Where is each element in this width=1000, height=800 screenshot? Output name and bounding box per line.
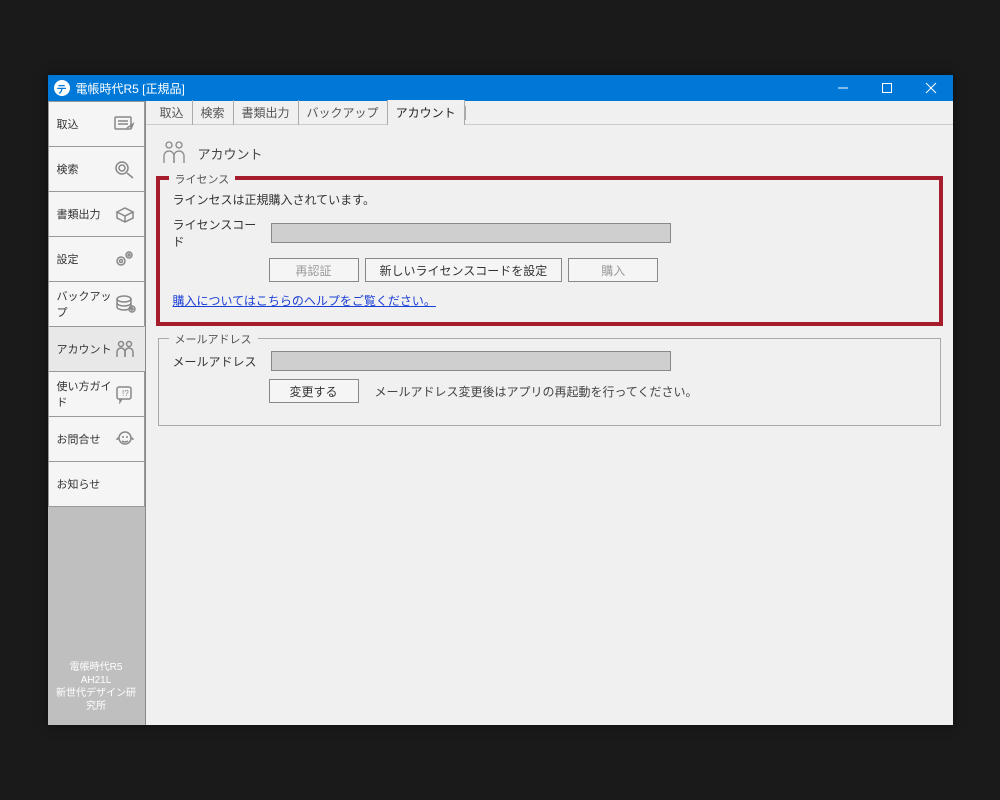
email-input[interactable] (271, 351, 671, 371)
people-icon (160, 139, 188, 168)
page-title: アカウント (198, 144, 263, 163)
sidebar-item-label: 設定 (57, 251, 79, 267)
sidebar-item-label: 使い方ガイド (57, 378, 114, 410)
tab-account[interactable]: アカウント (388, 100, 465, 125)
license-code-row: ライセンスコード (173, 216, 926, 250)
tab-search[interactable]: 検索 (193, 100, 234, 125)
license-status: ラインセスは正規購入されています。 (173, 191, 926, 208)
new-license-button[interactable]: 新しいライセンスコードを設定 (365, 258, 563, 282)
sidebar-item-backup[interactable]: バックアップ (48, 281, 145, 327)
email-note: メールアドレス変更後はアプリの再起動を行ってください。 (375, 383, 698, 400)
app-icon: テ (54, 80, 70, 96)
sidebar-item-label: お問合せ (57, 431, 101, 447)
minimize-button[interactable] (821, 75, 865, 101)
tab-backup[interactable]: バックアップ (299, 100, 388, 125)
license-code-input[interactable] (271, 223, 671, 243)
database-icon (114, 291, 138, 317)
email-legend: メールアドレス (169, 331, 258, 347)
people-icon (112, 336, 138, 362)
maximize-button[interactable] (865, 75, 909, 101)
sidebar: 取込 検索 書類出力 設定 バックアップ アカウント (48, 101, 146, 725)
window-title: 電帳時代R5 [正規品] (76, 80, 821, 97)
footer-line: AH21L (52, 674, 141, 687)
sidebar-item-search[interactable]: 検索 (48, 146, 145, 192)
support-icon (112, 426, 138, 452)
tab-import[interactable]: 取込 (152, 100, 193, 125)
license-legend: ライセンス (169, 171, 236, 187)
email-action-row: 変更する メールアドレス変更後はアプリの再起動を行ってください。 (269, 379, 926, 403)
search-icon (112, 156, 138, 182)
license-code-label: ライセンスコード (173, 216, 263, 250)
change-email-button[interactable]: 変更する (269, 379, 359, 403)
sidebar-item-export[interactable]: 書類出力 (48, 191, 145, 237)
svg-text:!?: !? (122, 389, 129, 398)
footer-line: 新世代デザイン研究所 (52, 687, 141, 713)
app-window: テ 電帳時代R5 [正規品] 取込 検索 書類出力 設定 (48, 75, 953, 725)
content-pane: ライセンス ラインセスは正規購入されています。 ライセンスコード 再認証 新しい… (146, 178, 953, 452)
sidebar-item-label: アカウント (57, 341, 112, 357)
purchase-button[interactable]: 購入 (568, 258, 658, 282)
sidebar-footer: 電帳時代R5 AH21L 新世代デザイン研究所 (48, 653, 145, 725)
box-icon (112, 201, 138, 227)
blank-icon (112, 471, 138, 497)
gear-icon (112, 246, 138, 272)
sidebar-item-settings[interactable]: 設定 (48, 236, 145, 282)
email-group: メールアドレス メールアドレス 変更する メールアドレス変更後はアプリの再起動を… (158, 338, 941, 426)
content: 取込 検索 書類出力 設定 バックアップ アカウント (48, 101, 953, 725)
tab-bar: 取込 検索 書類出力 バックアップ アカウント (146, 101, 953, 125)
window-controls (821, 75, 953, 101)
sidebar-item-label: 書類出力 (57, 206, 101, 222)
footer-line: 電帳時代R5 (52, 661, 141, 674)
import-icon (112, 111, 138, 137)
sidebar-item-news[interactable]: お知らせ (48, 461, 145, 507)
sidebar-item-label: お知らせ (57, 476, 101, 492)
reauth-button[interactable]: 再認証 (269, 258, 359, 282)
titlebar: テ 電帳時代R5 [正規品] (48, 75, 953, 101)
sidebar-item-guide[interactable]: 使い方ガイド !? (48, 371, 145, 417)
license-group: ライセンス ラインセスは正規購入されています。 ライセンスコード 再認証 新しい… (158, 178, 941, 324)
license-buttons: 再認証 新しいライセンスコードを設定 購入 (269, 258, 926, 282)
sidebar-item-import[interactable]: 取込 (48, 101, 145, 147)
main-panel: 取込 検索 書類出力 バックアップ アカウント アカウント ライセンス ラインセ… (146, 101, 953, 725)
email-label: メールアドレス (173, 353, 263, 370)
sidebar-item-label: バックアップ (57, 288, 114, 320)
close-button[interactable] (909, 75, 953, 101)
sidebar-item-label: 取込 (57, 116, 79, 132)
email-row: メールアドレス (173, 351, 926, 371)
sidebar-item-contact[interactable]: お問合せ (48, 416, 145, 462)
tab-export[interactable]: 書類出力 (234, 100, 299, 125)
purchase-help-link[interactable]: 購入についてはこちらのヘルプをご覧ください。 (173, 294, 436, 308)
page-header: アカウント (146, 125, 953, 178)
sidebar-item-label: 検索 (57, 161, 79, 177)
help-icon: !? (114, 381, 138, 407)
sidebar-item-account[interactable]: アカウント (48, 326, 145, 372)
